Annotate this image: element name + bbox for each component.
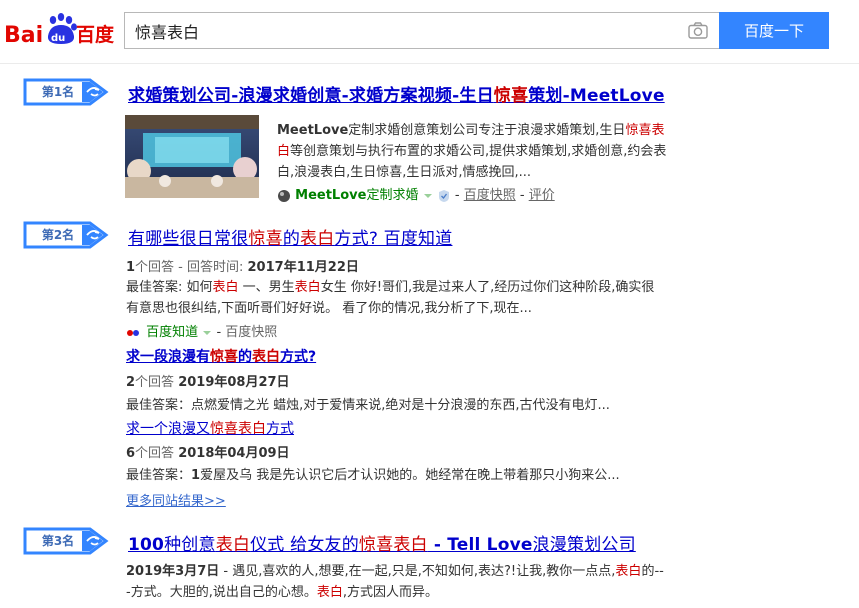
- dropdown-arrow-icon[interactable]: [202, 329, 212, 337]
- result-1-source: MeetLove定制求婚 - 百度快照 - 评价: [277, 184, 555, 203]
- result-1-title[interactable]: 求婚策划公司-浪漫求婚创意-求婚方案视频-生日惊喜策划-MeetLove: [128, 81, 665, 106]
- header: Bai du 百度 百度一下: [0, 0, 859, 64]
- result-3-desc: 2019年3月7日 - 遇见,喜欢的人,想要,在一起,只是,不知如何,表达?!让…: [126, 564, 664, 600]
- result-1-desc: MeetLove定制求婚创意策划公司专注于浪漫求婚策划,生日惊喜表 白等创意策划…: [277, 123, 667, 180]
- result-2-sub-2-title[interactable]: 求一个浪漫又惊喜表白方式: [126, 418, 294, 438]
- rank-badge-3: 第3名: [22, 525, 110, 557]
- rank-badge-1: 第1名: [22, 76, 110, 108]
- result-2-sub-2-answer: 最佳答案：1爱屋及乌 我是先认识它后才认识她的。她经常在晚上带着那只小狗来公..…: [126, 468, 620, 483]
- result-2-source: 百度知道 - 百度快照: [126, 321, 277, 340]
- rank-arrow-icon: [86, 536, 100, 546]
- result-2-desc: 最佳答案: 如何表白 一、男生表白女生 你好!哥们,我是过来人了,经历过你们这种…: [126, 280, 655, 316]
- result-2-sub-1-answer: 最佳答案：点燃爱情之光 蜡烛,对于爱情来说,绝对是十分浪漫的东西,古代没有电灯.…: [126, 398, 610, 413]
- result-2-meta: 1个回答 - 回答时间: 2017年11月22日: [126, 260, 359, 275]
- rank-arrow-icon: [86, 230, 100, 240]
- baidu-logo[interactable]: Bai du 百度: [4, 10, 116, 50]
- rank-badge-2: 第2名: [22, 219, 110, 251]
- result-2-sub-2-meta: 6个回答 2018年04月09日: [126, 446, 290, 461]
- site-favicon-icon: [278, 189, 290, 202]
- rank-label: 第1名: [41, 85, 75, 99]
- result-2-more-link[interactable]: 更多同站结果>>: [126, 490, 226, 509]
- dropdown-arrow-icon[interactable]: [423, 192, 433, 200]
- search-input[interactable]: [135, 13, 675, 48]
- rank-label: 第2名: [41, 228, 75, 242]
- result-2-snapshot-link[interactable]: 百度快照: [225, 325, 277, 340]
- logo-bai-text: Bai: [4, 23, 43, 48]
- result-3-title[interactable]: 100种创意表白仪式 给女友的惊喜表白 - Tell Love浪漫策划公司: [128, 530, 636, 555]
- rank-label: 第3名: [41, 534, 75, 548]
- result-2-site-name[interactable]: 百度知道: [146, 325, 198, 340]
- result-1-site-name[interactable]: MeetLove: [295, 188, 366, 203]
- rank-arrow-icon: [86, 87, 100, 97]
- result-1-snapshot-link[interactable]: 百度快照: [464, 188, 516, 203]
- result-2-sub-1-meta: 2个回答 2019年08月27日: [126, 375, 290, 390]
- logo-du-text: du: [51, 33, 65, 44]
- result-1-review-link[interactable]: 评价: [529, 188, 555, 203]
- search-box: [124, 12, 720, 49]
- camera-icon[interactable]: [688, 22, 708, 39]
- baidu-zhidao-icon: [127, 329, 139, 336]
- verified-icon[interactable]: [437, 189, 451, 203]
- result-2-sub-1-title[interactable]: 求一段浪漫有惊喜的表白方式?: [126, 346, 316, 366]
- result-1-thumbnail[interactable]: [125, 115, 259, 198]
- logo-cn-text: 百度: [76, 23, 115, 46]
- result-2-title[interactable]: 有哪些很日常很惊喜的表白方式? 百度知道: [128, 224, 452, 249]
- search-button[interactable]: 百度一下: [719, 12, 829, 49]
